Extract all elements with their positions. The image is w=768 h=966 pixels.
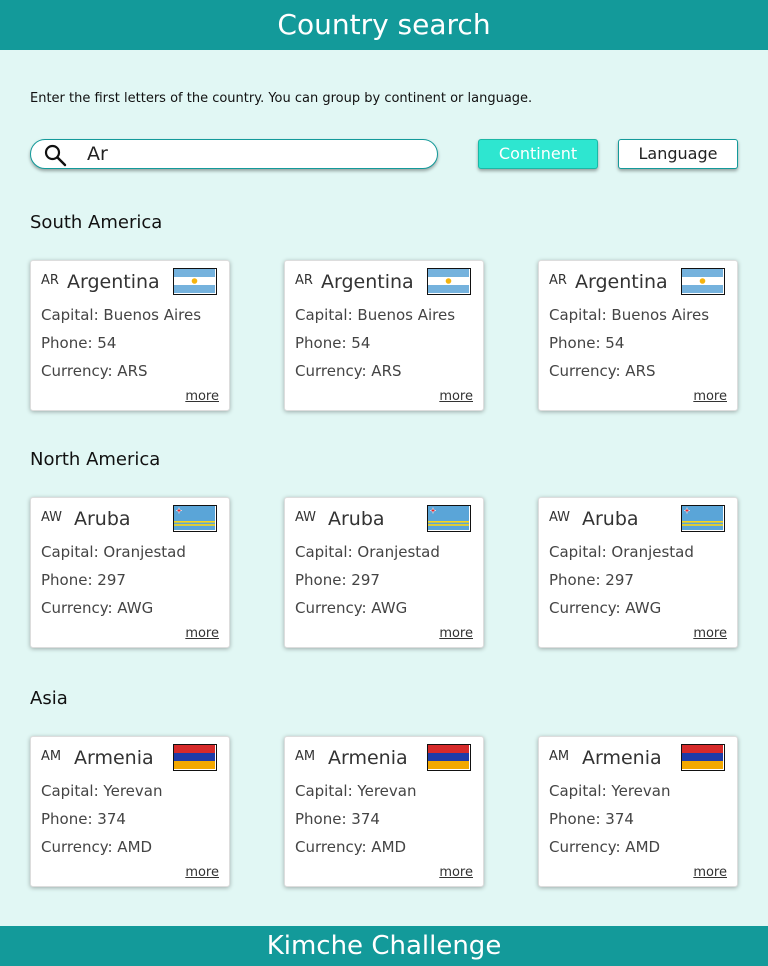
flag-argentina-icon [427,268,471,295]
capital-text: Capital: Oranjestad [295,543,440,561]
page-title: Country search [277,8,491,41]
capital-text: Capital: Buenos Aires [41,306,202,324]
currency-text: Currency: AWG [295,599,408,617]
currency-text: Currency: AWG [41,599,154,617]
country-name: Armenia [328,747,408,769]
footer-text: Kimche Challenge [266,931,502,961]
phone-text: Phone: 54 [295,334,371,352]
country-card: AM Armenia Capital: Yerevan Phone: 374 Curre… [30,736,230,887]
flag-armenia-icon [173,744,217,771]
phone-text: Phone: 374 [295,810,380,828]
group-by-language-button[interactable]: Language [618,139,738,169]
more-link[interactable]: more [439,865,473,880]
country-card: AW Aruba Capital: Oranjestad Phone: 297 Curr… [538,497,738,648]
country-code: AR [549,273,567,288]
country-name: Argentina [575,271,668,293]
more-link[interactable]: more [185,389,219,404]
currency-text: Currency: AWG [549,599,662,617]
search-input[interactable] [87,141,417,167]
flag-argentina-icon [173,268,217,295]
more-link[interactable]: more [439,389,473,404]
country-card: AR Argentina Capital: Buenos Aires Phone: 5… [284,260,484,411]
phone-text: Phone: 54 [41,334,117,352]
phone-text: Phone: 374 [549,810,634,828]
capital-text: Capital: Oranjestad [41,543,186,561]
country-name: Argentina [321,271,414,293]
country-code: AM [41,749,62,764]
country-card: AR Argentina Capital: Buenos Aires Phone: 5… [30,260,230,411]
phone-text: Phone: 374 [41,810,126,828]
country-name: Aruba [74,508,131,530]
group-by-continent-button[interactable]: Continent [478,139,598,169]
phone-text: Phone: 297 [549,571,634,589]
flag-aruba-icon [427,505,471,532]
country-code: AW [549,510,571,525]
currency-text: Currency: AMD [549,838,661,856]
phone-text: Phone: 297 [41,571,126,589]
phone-text: Phone: 54 [549,334,625,352]
country-code: AW [295,510,317,525]
currency-text: Currency: AMD [41,838,153,856]
country-name: Armenia [582,747,662,769]
flag-aruba-icon [173,505,217,532]
flag-armenia-icon [681,744,725,771]
flag-aruba-icon [681,505,725,532]
more-link[interactable]: more [693,865,727,880]
capital-text: Capital: Oranjestad [549,543,694,561]
country-card: AM Armenia Capital: Yerevan Phone: 374 Curre… [284,736,484,887]
header-bar: Country search [0,0,768,50]
flag-argentina-icon [681,268,725,295]
phone-text: Phone: 297 [295,571,380,589]
country-code: AW [41,510,63,525]
country-code: AM [549,749,570,764]
search-icon [44,144,67,167]
more-link[interactable]: more [185,865,219,880]
currency-text: Currency: ARS [41,362,148,380]
capital-text: Capital: Buenos Aires [295,306,456,324]
currency-text: Currency: ARS [549,362,656,380]
country-name: Aruba [328,508,385,530]
country-name: Armenia [74,747,154,769]
currency-text: Currency: ARS [295,362,402,380]
country-card: AR Argentina Capital: Buenos Aires Phone: 5… [538,260,738,411]
instructions-text: Enter the first letters of the country. … [30,91,533,106]
group-title: Asia [30,688,68,709]
more-link[interactable]: more [439,626,473,641]
group-title: South America [30,212,163,233]
capital-text: Capital: Buenos Aires [549,306,710,324]
capital-text: Capital: Yerevan [41,782,163,800]
country-code: AR [41,273,59,288]
more-link[interactable]: more [693,626,727,641]
capital-text: Capital: Yerevan [549,782,671,800]
country-name: Argentina [67,271,160,293]
country-card: AM Armenia Capital: Yerevan Phone: 374 Curre… [538,736,738,887]
more-link[interactable]: more [185,626,219,641]
currency-text: Currency: AMD [295,838,407,856]
footer-bar: Kimche Challenge [0,926,768,966]
country-card: AW Aruba Capital: Oranjestad Phone: 297 Curr… [30,497,230,648]
country-card: AW Aruba Capital: Oranjestad Phone: 297 Curr… [284,497,484,648]
search-box[interactable] [30,139,438,169]
country-code: AR [295,273,313,288]
capital-text: Capital: Yerevan [295,782,417,800]
more-link[interactable]: more [693,389,727,404]
country-name: Aruba [582,508,639,530]
group-title: North America [30,449,161,470]
flag-armenia-icon [427,744,471,771]
country-code: AM [295,749,316,764]
